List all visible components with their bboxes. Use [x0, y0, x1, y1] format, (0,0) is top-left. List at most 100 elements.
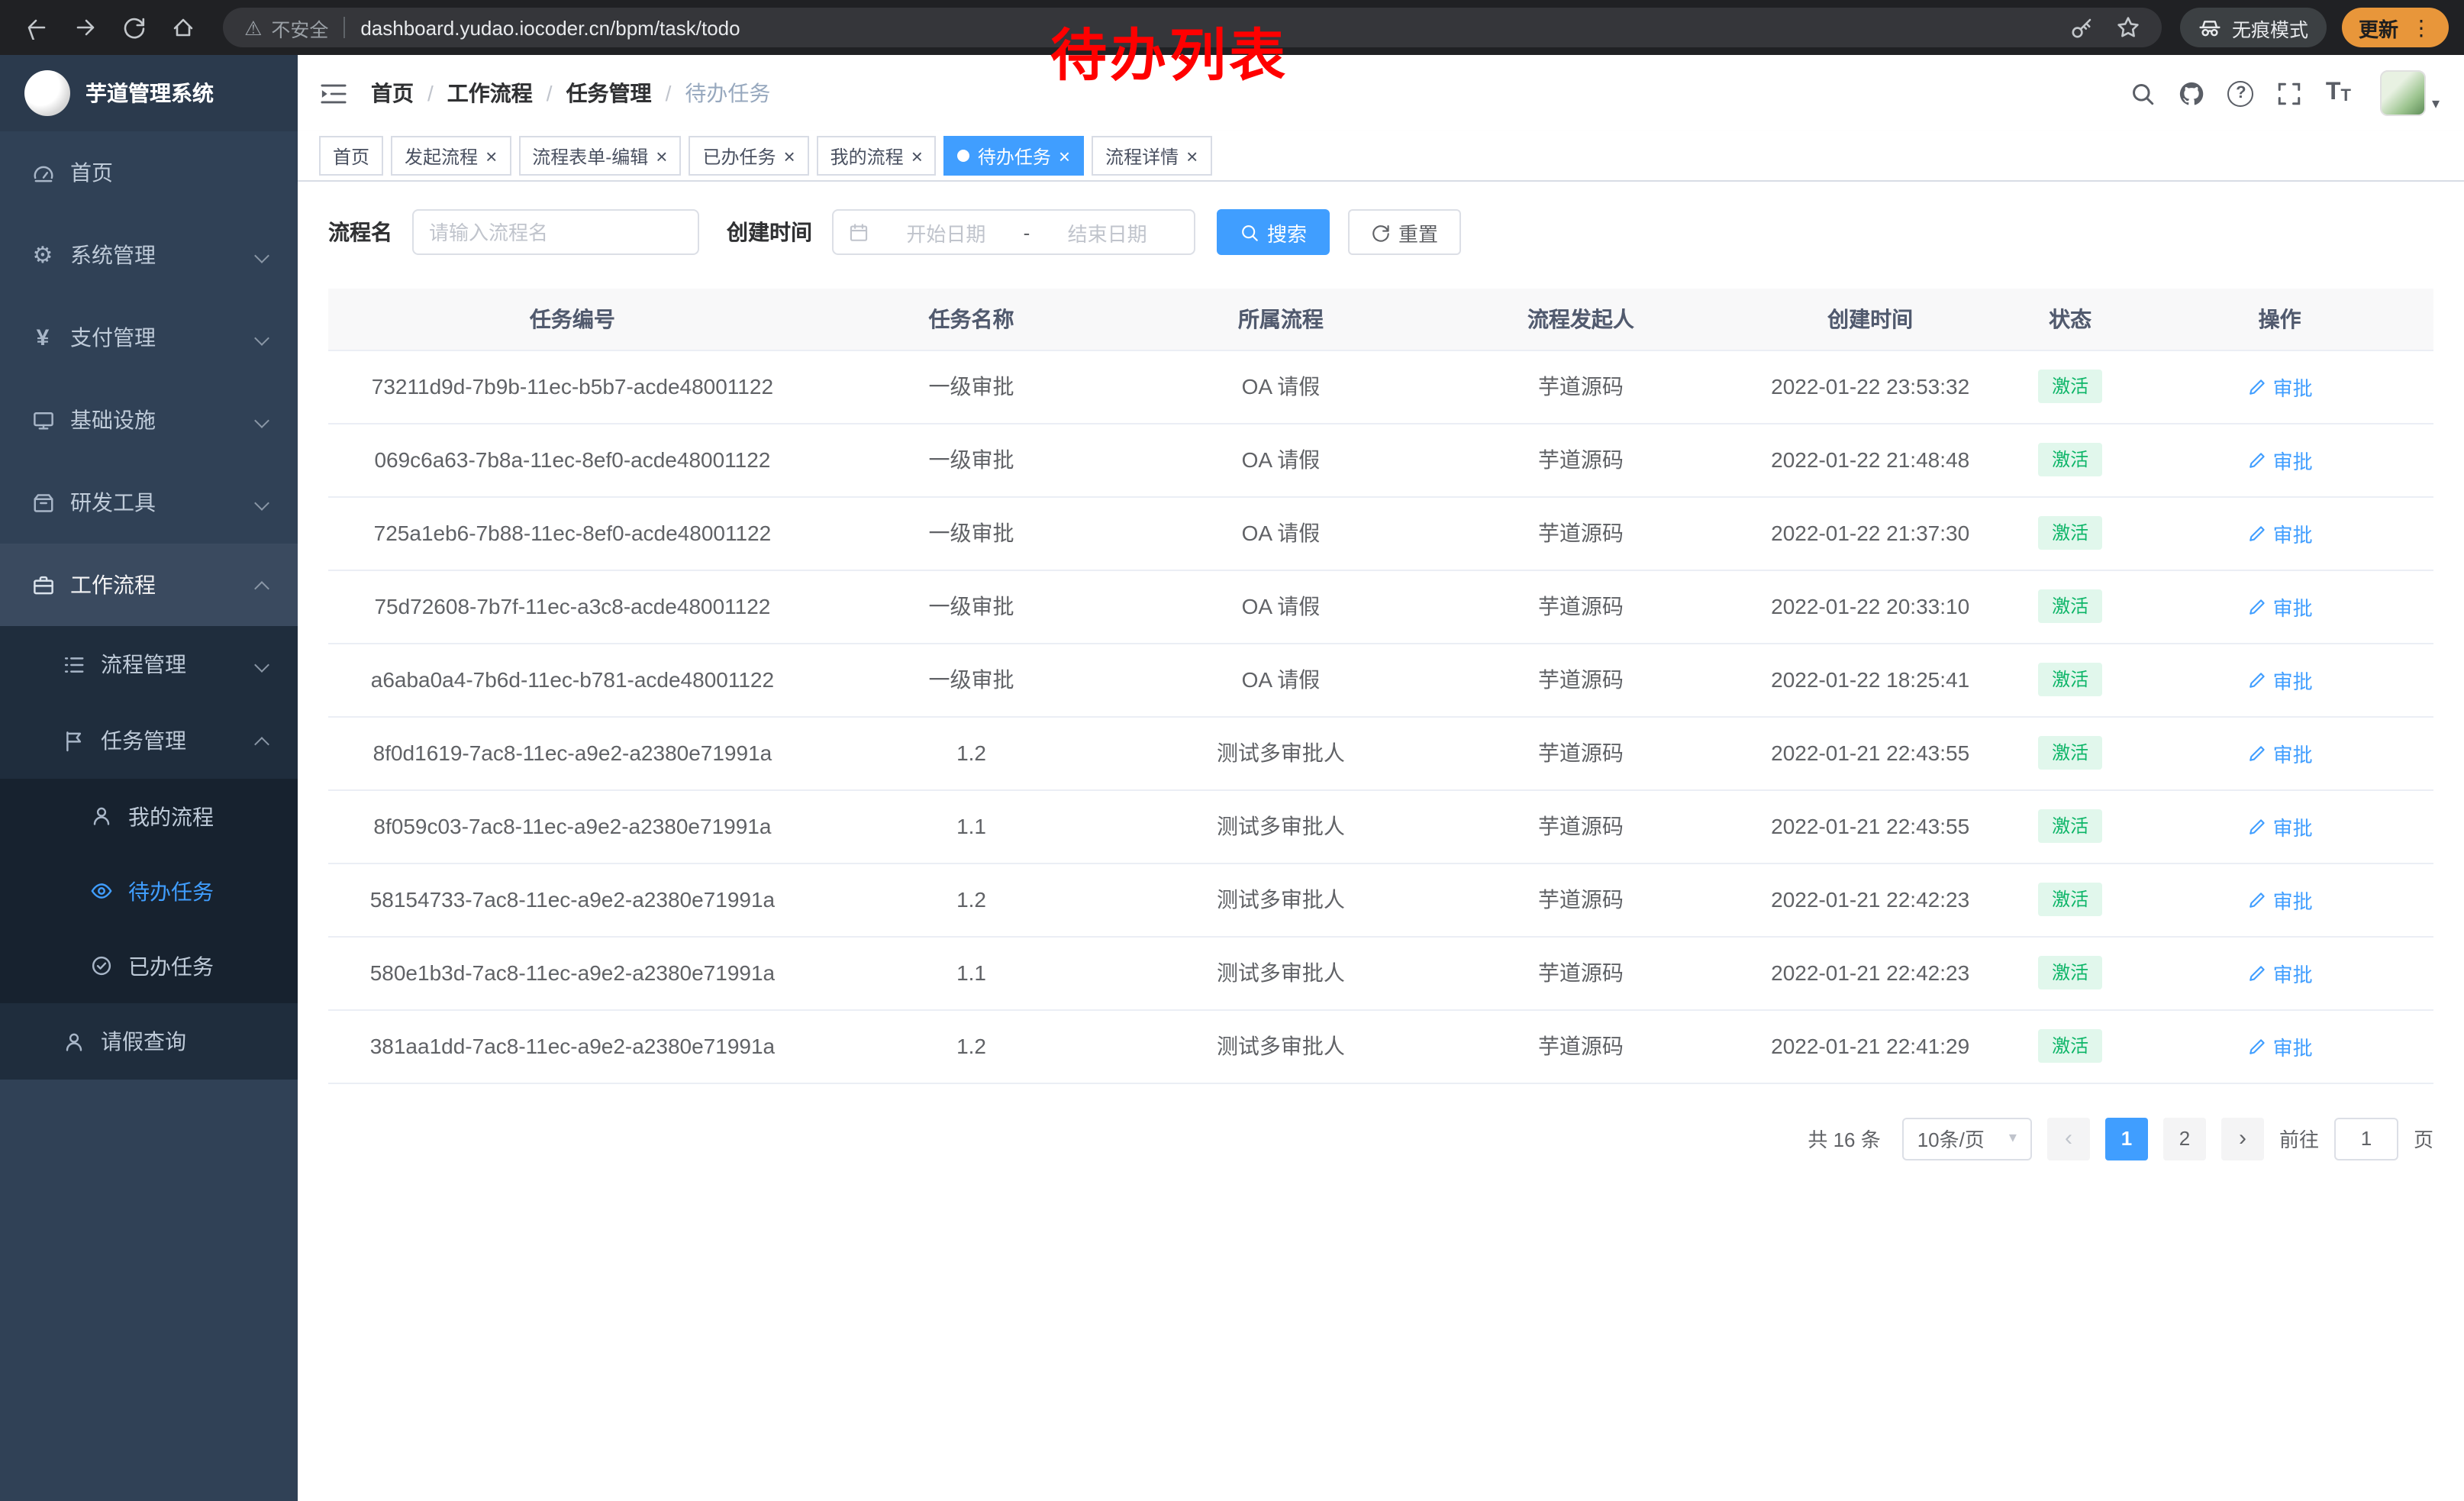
help-icon[interactable]: ?	[2228, 80, 2254, 106]
cell-task-id: 58154733-7ac8-11ec-a9e2-a2380e71991a	[328, 863, 817, 936]
page-button-2[interactable]: 2	[2163, 1117, 2206, 1160]
page-content: 流程名 创建时间 开始日期 - 结束日期 搜索 重	[298, 182, 2464, 1501]
sidebar-item-home[interactable]: 首页	[0, 131, 298, 214]
pagination-total: 共 16 条	[1808, 1124, 1880, 1153]
table-row: 8f059c03-7ac8-11ec-a9e2-a2380e71991a 1.1…	[328, 789, 2433, 863]
close-icon[interactable]: ×	[1059, 146, 1070, 166]
tab-start-process[interactable]: 发起流程×	[391, 136, 511, 176]
tab-my-process[interactable]: 我的流程×	[817, 136, 937, 176]
approve-link[interactable]: 审批	[2247, 372, 2313, 401]
cell-task-name: 1.2	[817, 1009, 1126, 1083]
cell-status: 激活	[2014, 936, 2126, 1009]
question-glyph: ?	[2236, 84, 2246, 102]
font-size-icon[interactable]: TT	[2326, 81, 2351, 105]
sidebar-menu: 首页 ⚙ 系统管理 ¥ 支付管理 基础设施	[0, 131, 298, 1501]
tab-process-form-edit[interactable]: 流程表单-编辑×	[518, 136, 681, 176]
edit-icon	[2247, 450, 2267, 470]
sidebar-item-infra[interactable]: 基础设施	[0, 379, 298, 461]
breadcrumb-workflow[interactable]: 工作流程	[447, 78, 533, 108]
password-key-icon[interactable]	[2070, 15, 2095, 40]
prev-page-button[interactable]: ‹	[2047, 1117, 2090, 1160]
process-name-input[interactable]	[412, 209, 699, 255]
search-button[interactable]: 搜索	[1217, 209, 1330, 255]
approve-link[interactable]: 审批	[2247, 885, 2313, 914]
sidebar-item-payment[interactable]: ¥ 支付管理	[0, 296, 298, 379]
table-row: 73211d9d-7b9b-11ec-b5b7-acde48001122 一级审…	[328, 350, 2433, 423]
table-row: a6aba0a4-7b6d-11ec-b781-acde48001122 一级审…	[328, 643, 2433, 716]
table-row: 069c6a63-7b8a-11ec-8ef0-acde48001122 一级审…	[328, 423, 2433, 496]
reset-button[interactable]: 重置	[1348, 209, 1461, 255]
goto-page-input[interactable]	[2334, 1117, 2398, 1160]
sidebar-item-label: 流程管理	[101, 649, 186, 679]
edit-icon	[2247, 376, 2267, 396]
sidebar-item-my-process[interactable]: 我的流程	[0, 779, 298, 854]
browser-update-button[interactable]: 更新 ⋮	[2342, 8, 2449, 47]
approve-label: 审批	[2273, 1031, 2313, 1060]
calendar-icon	[849, 222, 869, 242]
table-row: 381aa1dd-7ac8-11ec-a9e2-a2380e71991a 1.2…	[328, 1009, 2433, 1083]
sidebar-item-done-task[interactable]: 已办任务	[0, 928, 298, 1003]
approve-link[interactable]: 审批	[2247, 518, 2313, 547]
sidebar-toggle-icon[interactable]	[321, 80, 347, 106]
person-icon	[61, 1030, 85, 1053]
sidebar-item-leave-query[interactable]: 请假查询	[0, 1003, 298, 1080]
approve-label: 审批	[2273, 885, 2313, 914]
close-icon[interactable]: ×	[783, 146, 795, 166]
sidebar-item-devtools[interactable]: 研发工具	[0, 461, 298, 544]
sidebar-item-todo-task[interactable]: 待办任务	[0, 854, 298, 928]
sidebar-item-task-mgmt[interactable]: 任务管理	[0, 702, 298, 779]
tab-todo-task[interactable]: 待办任务×	[944, 136, 1084, 176]
approve-label: 审批	[2273, 445, 2313, 474]
date-range-picker[interactable]: 开始日期 - 结束日期	[832, 209, 1195, 255]
user-avatar-menu[interactable]: ▾	[2380, 70, 2440, 116]
github-icon[interactable]	[2179, 80, 2205, 106]
approve-link[interactable]: 审批	[2247, 592, 2313, 621]
reset-label: 重置	[1398, 218, 1438, 247]
cell-status: 激活	[2014, 496, 2126, 570]
bookmark-star-icon[interactable]	[2116, 15, 2140, 40]
close-icon[interactable]: ×	[656, 146, 667, 166]
browser-menu-icon[interactable]: ⋮	[2411, 17, 2432, 38]
table-row: 725a1eb6-7b88-11ec-8ef0-acde48001122 一级审…	[328, 496, 2433, 570]
sidebar-item-process-mgmt[interactable]: 流程管理	[0, 626, 298, 702]
browser-back-icon[interactable]	[24, 15, 49, 40]
approve-link[interactable]: 审批	[2247, 1031, 2313, 1060]
approve-link[interactable]: 审批	[2247, 738, 2313, 767]
cell-starter: 芋道源码	[1436, 570, 1727, 643]
browser-home-icon[interactable]	[171, 15, 195, 40]
tab-home[interactable]: 首页	[319, 136, 383, 176]
browser-forward-icon[interactable]	[73, 15, 98, 40]
approve-link[interactable]: 审批	[2247, 445, 2313, 474]
approve-link[interactable]: 审批	[2247, 812, 2313, 841]
page-button-1[interactable]: 1	[2105, 1117, 2148, 1160]
breadcrumb-home[interactable]: 首页	[371, 78, 414, 108]
sidebar-item-system[interactable]: ⚙ 系统管理	[0, 214, 298, 296]
approve-label: 审批	[2273, 372, 2313, 401]
chevron-up-icon	[254, 580, 269, 596]
breadcrumb-task-mgmt[interactable]: 任务管理	[566, 78, 652, 108]
col-created: 创建时间	[1726, 289, 2014, 350]
caret-down-icon: ▾	[2009, 1130, 2017, 1147]
tab-label: 流程详情	[1105, 143, 1179, 169]
col-task-name: 任务名称	[817, 289, 1126, 350]
tab-process-detail[interactable]: 流程详情 ×	[1092, 136, 1211, 176]
cell-actions: 审批	[2126, 570, 2433, 643]
next-page-button[interactable]: ›	[2221, 1117, 2264, 1160]
approve-link[interactable]: 审批	[2247, 958, 2313, 987]
approve-link[interactable]: 审批	[2247, 665, 2313, 694]
close-icon[interactable]: ×	[1186, 146, 1198, 166]
fullscreen-icon[interactable]	[2277, 80, 2303, 106]
tab-done-task[interactable]: 已办任务×	[689, 136, 808, 176]
cell-process: OA 请假	[1126, 496, 1435, 570]
app-logo[interactable]: 芋道管理系统	[0, 55, 298, 131]
task-submenu: 我的流程 待办任务 已办任务	[0, 779, 298, 1003]
sidebar-item-workflow[interactable]: 工作流程	[0, 544, 298, 626]
close-icon[interactable]: ×	[911, 146, 923, 166]
sidebar-item-label: 支付管理	[70, 322, 156, 353]
search-icon[interactable]	[2130, 80, 2156, 106]
browser-refresh-icon[interactable]	[122, 15, 147, 40]
chevron-up-icon	[254, 736, 269, 751]
chevron-down-icon	[254, 657, 269, 672]
close-icon[interactable]: ×	[485, 146, 497, 166]
page-size-select[interactable]: 10条/页 ▾	[1902, 1117, 2032, 1160]
